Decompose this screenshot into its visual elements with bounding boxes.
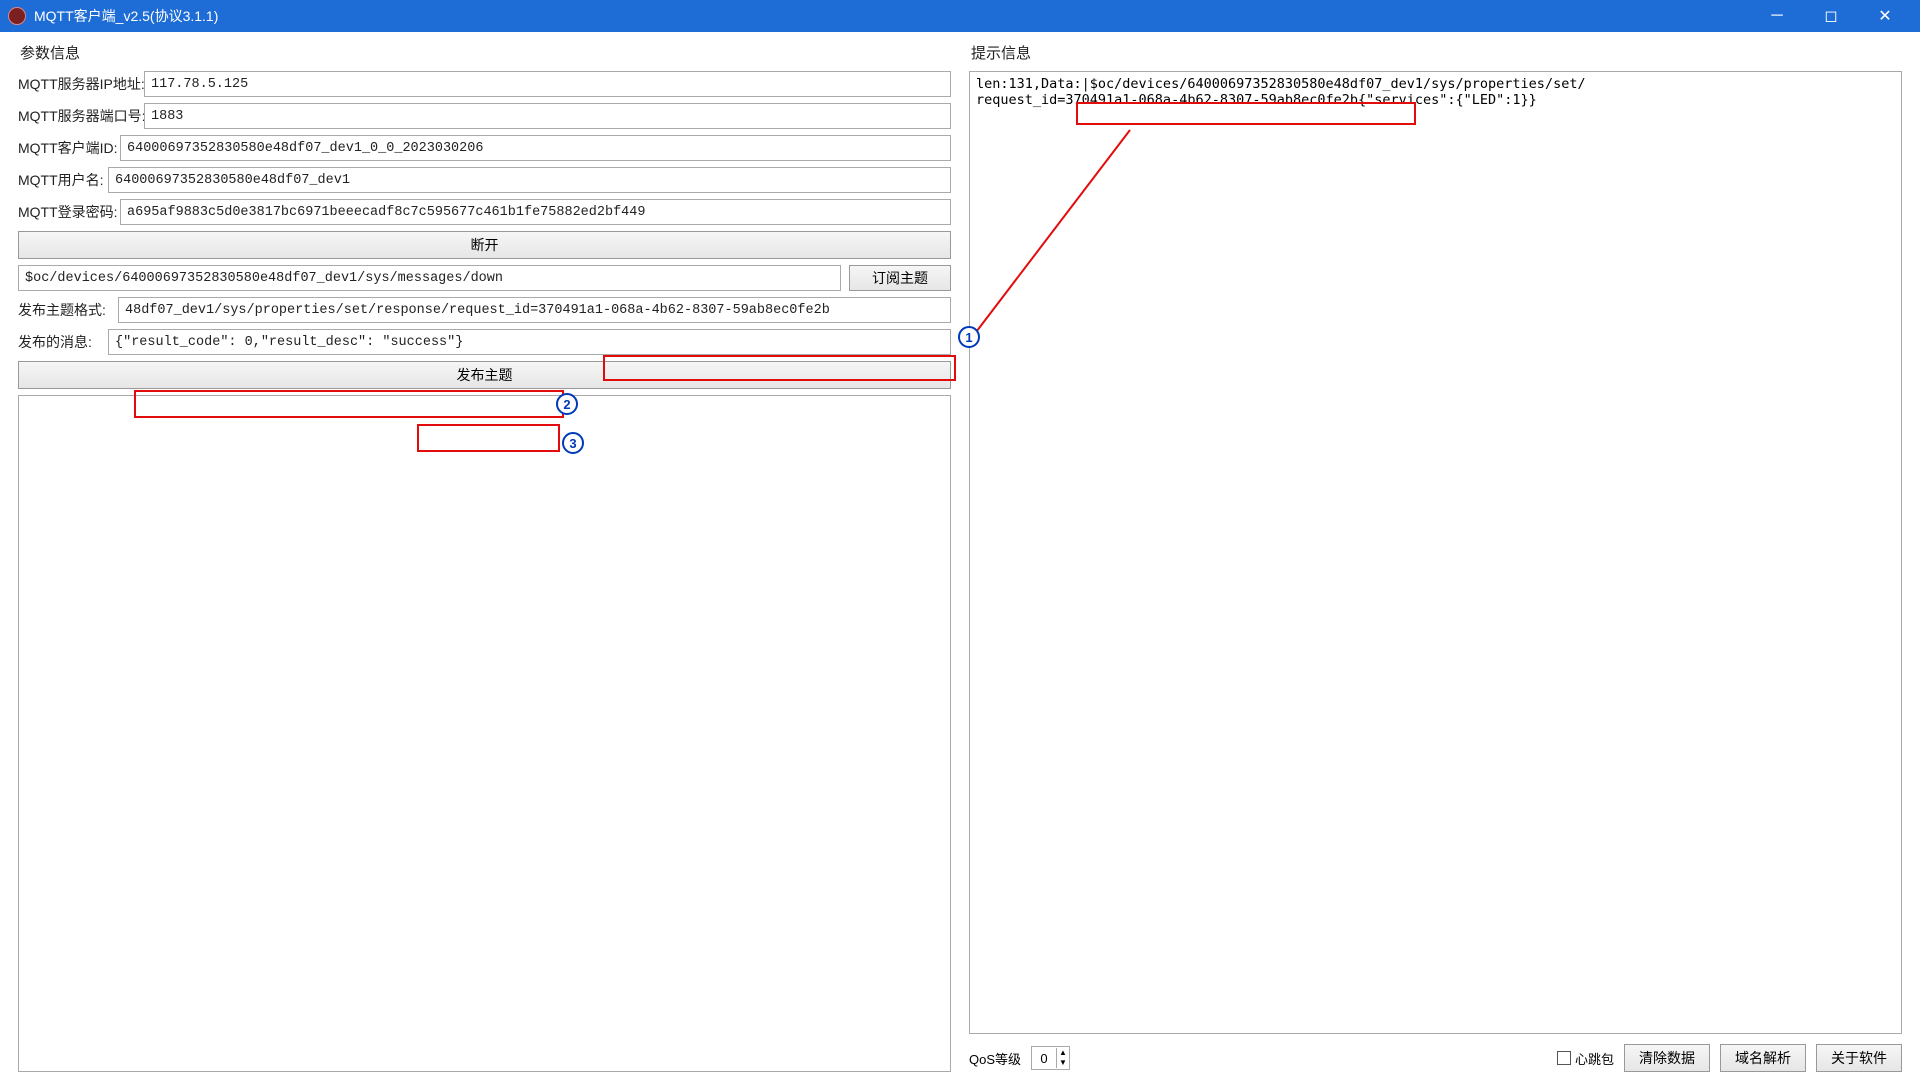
publish-topic-input[interactable] <box>118 297 951 323</box>
maximize-button[interactable]: ◻ <box>1804 0 1858 32</box>
publish-button[interactable]: 发布主题 <box>18 361 951 389</box>
dns-resolve-button[interactable]: 域名解析 <box>1720 1044 1806 1072</box>
annotation-step-3: 3 <box>562 432 584 454</box>
clear-data-button[interactable]: 清除数据 <box>1624 1044 1710 1072</box>
app-icon <box>8 7 26 25</box>
subscribe-button[interactable]: 订阅主题 <box>849 265 951 291</box>
server-port-input[interactable] <box>144 103 951 129</box>
password-input[interactable] <box>120 199 951 225</box>
disconnect-button[interactable]: 断开 <box>18 231 951 259</box>
username-input[interactable] <box>108 167 951 193</box>
info-log-area[interactable]: len:131,Data:|$oc/devices/64000697352830… <box>969 71 1902 1034</box>
client-id-input[interactable] <box>120 135 951 161</box>
annotation-step-2: 2 <box>556 393 578 415</box>
log-line-2: request_id=370491a1-068a-4b62-8307-59ab8… <box>976 92 1537 108</box>
close-button[interactable]: ✕ <box>1858 0 1912 32</box>
password-label: MQTT登录密码: <box>18 202 120 222</box>
window-titlebar: MQTT客户端_v2.5(协议3.1.1) ─ ◻ ✕ <box>0 0 1920 32</box>
log-line-1: len:131,Data:|$oc/devices/64000697352830… <box>976 76 1586 92</box>
params-section-title: 参数信息 <box>20 42 951 63</box>
publish-message-label: 发布的消息: <box>18 332 108 352</box>
qos-spinner[interactable]: ▲ ▼ <box>1031 1046 1070 1070</box>
heartbeat-label: 心跳包 <box>1575 1049 1614 1068</box>
checkbox-box-icon <box>1557 1051 1571 1065</box>
about-button[interactable]: 关于软件 <box>1816 1044 1902 1072</box>
qos-value-input[interactable] <box>1032 1051 1056 1066</box>
publish-log-area[interactable] <box>18 395 951 1072</box>
server-port-label: MQTT服务器端口号: <box>18 106 144 126</box>
qos-up-icon[interactable]: ▲ <box>1057 1048 1069 1058</box>
heartbeat-checkbox[interactable]: 心跳包 <box>1557 1049 1614 1068</box>
server-ip-label: MQTT服务器IP地址: <box>18 74 144 94</box>
window-title: MQTT客户端_v2.5(协议3.1.1) <box>34 6 1750 26</box>
info-section-title: 提示信息 <box>971 42 1902 63</box>
publish-topic-label: 发布主题格式: <box>18 300 118 320</box>
annotation-step-1: 1 <box>958 326 980 348</box>
publish-message-input[interactable] <box>108 329 951 355</box>
qos-down-icon[interactable]: ▼ <box>1057 1058 1069 1068</box>
qos-label: QoS等级 <box>969 1049 1021 1068</box>
client-id-label: MQTT客户端ID: <box>18 138 120 158</box>
username-label: MQTT用户名: <box>18 170 108 190</box>
server-ip-input[interactable] <box>144 71 951 97</box>
subscribe-topic-input[interactable] <box>18 265 841 291</box>
minimize-button[interactable]: ─ <box>1750 0 1804 32</box>
